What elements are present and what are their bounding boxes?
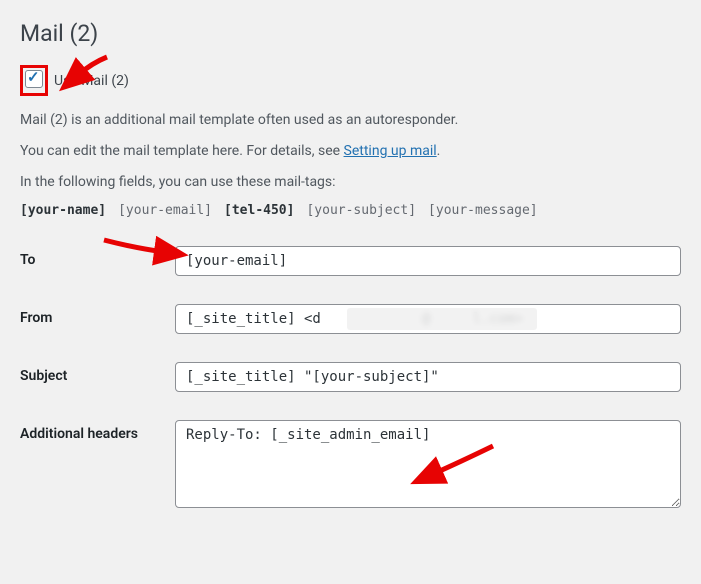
to-input[interactable] [175,246,681,276]
use-mail-2-checkbox[interactable] [25,70,43,88]
mail-tag: [tel-450] [224,203,294,218]
description-mail-tags-intro: In the following fields, you can use the… [20,172,681,193]
mail-tag: [your-message] [428,203,538,218]
mail-tag: [your-name] [20,203,106,218]
to-label: To [20,246,175,268]
additional-headers-label: Additional headers [20,420,175,442]
description-edit-template: You can edit the mail template here. For… [20,141,681,162]
redaction-overlay [347,308,537,330]
setting-up-mail-link[interactable]: Setting up mail [344,143,437,159]
mail-tag: [your-email] [118,203,212,218]
mail-tag: [your-subject] [306,203,416,218]
subject-label: Subject [20,362,175,384]
mail-tags-list: [your-name] [your-email] [tel-450] [your-su… [20,203,681,218]
section-title: Mail (2) [20,20,681,47]
additional-headers-textarea[interactable] [175,420,681,508]
subject-input[interactable] [175,362,681,392]
annotation-red-box [20,65,48,96]
description-autoresponder: Mail (2) is an additional mail template … [20,110,681,131]
from-label: From [20,304,175,326]
use-mail-2-label: Use Mail (2) [54,73,129,89]
